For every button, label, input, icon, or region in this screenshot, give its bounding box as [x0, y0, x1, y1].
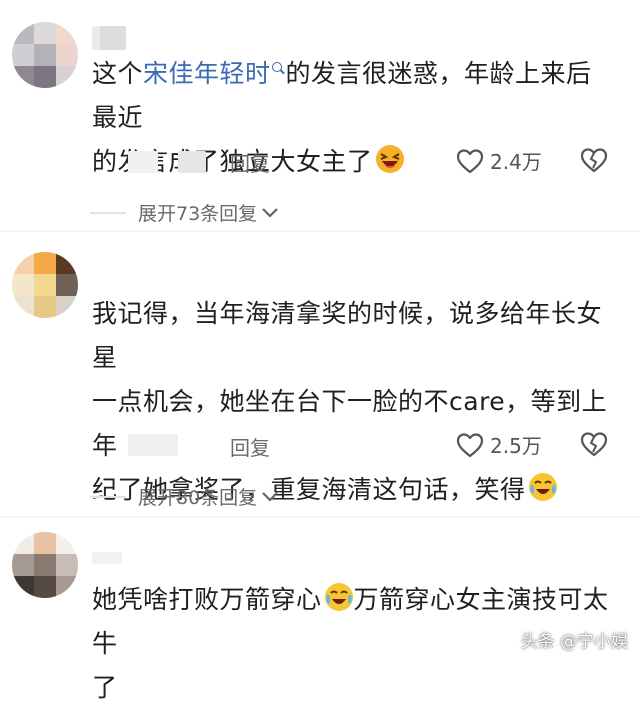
like-button[interactable]: 2.5万 — [456, 430, 542, 459]
avatar[interactable] — [12, 22, 78, 88]
heart-icon — [456, 432, 484, 457]
like-button[interactable]: 2.4万 — [456, 146, 542, 175]
comment-text: 我记得，当年海清拿奖的时候，说多给年长女星 一点机会，她坐在台下一脸的不care… — [92, 299, 608, 504]
watermark: 头条 @宁小娱 — [520, 632, 628, 652]
avatar[interactable] — [12, 532, 78, 598]
search-icon — [271, 62, 282, 72]
crying-laughing-emoji-icon — [528, 473, 557, 501]
expand-replies-label: 展开73条回复 — [138, 203, 258, 225]
broken-heart-icon[interactable] — [580, 147, 608, 173]
username — [100, 26, 126, 50]
chevron-down-icon — [262, 491, 278, 502]
expand-replies[interactable]: 展开73条回复 — [90, 199, 279, 226]
divider-line — [90, 495, 126, 498]
broken-heart-icon[interactable] — [580, 431, 608, 457]
location — [178, 151, 206, 173]
divider-line — [90, 211, 126, 214]
expand-replies-label: 展开80条回复 — [138, 487, 258, 509]
reply-button[interactable]: 回复 — [230, 148, 270, 177]
crying-laughing-emoji-icon — [324, 583, 353, 611]
heart-icon — [456, 148, 484, 173]
chevron-down-icon — [262, 207, 278, 218]
expand-replies[interactable]: 展开80条回复 — [90, 483, 279, 510]
avatar[interactable] — [12, 252, 78, 318]
timestamp — [128, 434, 178, 456]
reply-button[interactable]: 回复 — [230, 432, 270, 461]
laughing-emoji-icon — [375, 145, 404, 173]
username[interactable] — [92, 552, 122, 564]
section-divider — [0, 516, 640, 518]
section-divider — [0, 230, 640, 232]
timestamp — [128, 151, 158, 173]
mention-link[interactable]: 宋佳年轻时 — [143, 59, 271, 88]
